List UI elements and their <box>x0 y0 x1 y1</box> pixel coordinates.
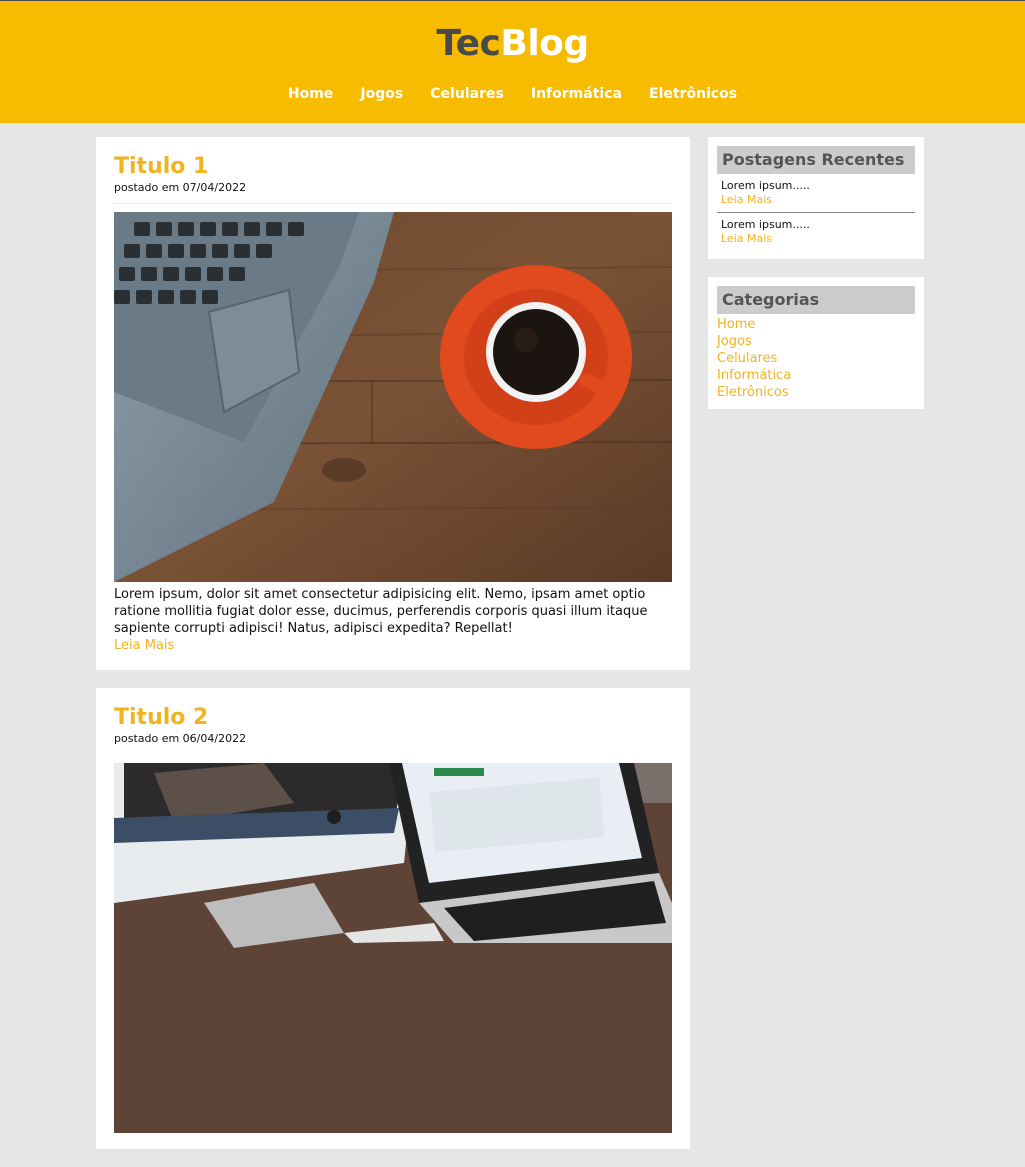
post-image-laptop-coffee[interactable] <box>114 212 672 582</box>
site-header: TecBlog Home Jogos Celulares Informática… <box>0 1 1025 123</box>
nav-home[interactable]: Home <box>288 86 333 102</box>
nav-celulares[interactable]: Celulares <box>430 86 504 102</box>
post-date: postado em 07/04/2022 <box>114 181 247 194</box>
recent-posts-heading: Postagens Recentes <box>717 146 915 174</box>
category-home[interactable]: Home <box>717 316 915 333</box>
post-title[interactable]: Titulo 1 <box>114 153 672 181</box>
read-more-link[interactable]: Leia Mais <box>114 637 672 654</box>
logo-part-tec: Tec <box>436 23 501 64</box>
categories-heading: Categorias <box>717 286 915 314</box>
posts-column: Titulo 1 postado em 07/04/2022 Lorem ips… <box>96 137 690 1167</box>
category-eletronicos[interactable]: Eletrônicos <box>717 384 915 401</box>
nav-jogos[interactable]: Jogos <box>360 86 403 102</box>
post-title[interactable]: Titulo 2 <box>114 704 672 732</box>
post-divider <box>114 203 672 204</box>
post-card: Titulo 1 postado em 07/04/2022 Lorem ips… <box>96 137 690 670</box>
recent-post-item: Lorem ipsum..... Leia Mais <box>717 174 915 213</box>
recent-post-read-more[interactable]: Leia Mais <box>721 193 911 207</box>
logo-part-blog: Blog <box>500 23 589 64</box>
category-jogos[interactable]: Jogos <box>717 333 915 350</box>
recent-post-text: Lorem ipsum..... <box>721 179 810 192</box>
recent-post-text: Lorem ipsum..... <box>721 218 810 231</box>
recent-post-item: Lorem ipsum..... Leia Mais <box>717 213 915 251</box>
post-card: Titulo 2 postado em 06/04/2022 <box>96 688 690 1149</box>
site-logo[interactable]: TecBlog <box>0 23 1025 64</box>
post-excerpt: Lorem ipsum, dolor sit amet consectetur … <box>114 587 648 636</box>
recent-post-read-more[interactable]: Leia Mais <box>721 232 911 246</box>
post-divider <box>114 754 672 755</box>
categories-widget: Categorias Home Jogos Celulares Informát… <box>708 277 924 409</box>
category-celulares[interactable]: Celulares <box>717 350 915 367</box>
recent-posts-widget: Postagens Recentes Lorem ipsum..... Leia… <box>708 137 924 259</box>
categories-list: Home Jogos Celulares Informática Eletrôn… <box>717 314 915 401</box>
sidebar: Postagens Recentes Lorem ipsum..... Leia… <box>708 137 924 427</box>
post-image-computers[interactable] <box>114 763 672 1133</box>
post-date: postado em 06/04/2022 <box>114 732 247 745</box>
category-informatica[interactable]: Informática <box>717 367 915 384</box>
nav-eletronicos[interactable]: Eletrônicos <box>649 86 737 102</box>
main-nav: Home Jogos Celulares Informática Eletrôn… <box>0 83 1025 102</box>
nav-informatica[interactable]: Informática <box>531 86 622 102</box>
